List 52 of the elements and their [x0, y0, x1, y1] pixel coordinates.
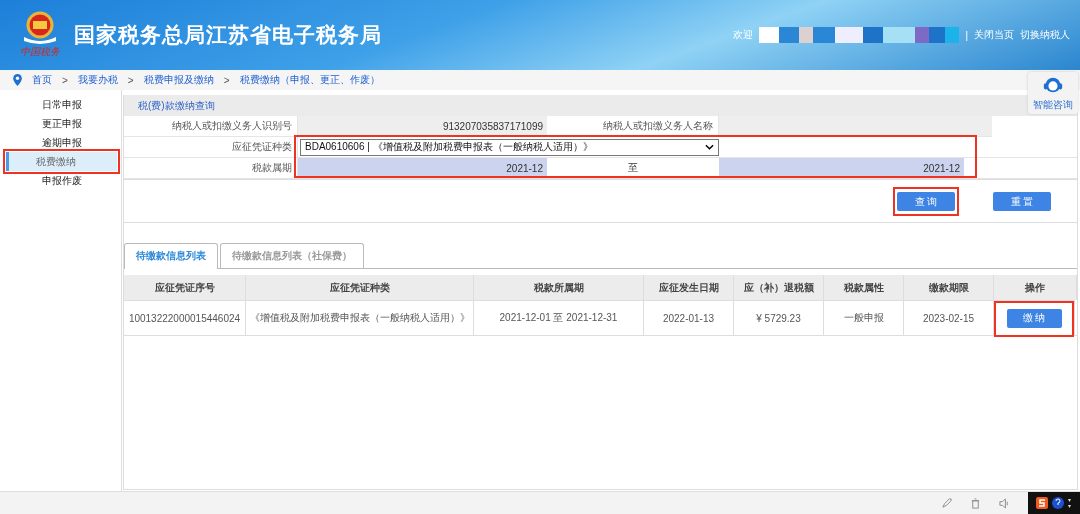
- field-label: 税款属期: [124, 158, 298, 179]
- table-cell: ¥ 5729.23: [734, 300, 824, 335]
- period-to-label: 至: [547, 158, 719, 179]
- tab[interactable]: 待缴款信息列表: [124, 243, 218, 269]
- column-header: 缴款期限: [904, 275, 994, 300]
- table-cell: 《增值税及附加税费申报表（一般纳税人适用）》: [246, 300, 474, 335]
- form-button[interactable]: 重 置: [993, 192, 1051, 211]
- form-button[interactable]: 查 询: [897, 192, 955, 211]
- sidebar-item[interactable]: 税费缴纳: [6, 152, 117, 171]
- table-cell: 2022-01-13: [644, 300, 734, 335]
- pay-button[interactable]: 缴 纳: [1006, 308, 1062, 328]
- tab[interactable]: 待缴款信息列表（社保费）: [220, 243, 364, 268]
- column-header: 操作: [994, 275, 1077, 300]
- breadcrumb-separator: >: [223, 74, 230, 86]
- field-label: 应征凭证种类: [124, 137, 298, 158]
- table-cell: 2023-02-15: [904, 300, 994, 335]
- table-cell: 10013222000015446024: [124, 300, 246, 335]
- assistant-widget[interactable]: 智能咨询: [1028, 72, 1078, 114]
- speaker-icon[interactable]: [999, 497, 1010, 509]
- table-cell: 一般申报: [824, 300, 904, 335]
- column-header: 税款属性: [824, 275, 904, 300]
- voucher-type-dropdown[interactable]: BDA0610606 | 《增值税及附加税费申报表（一般纳税人适用）》: [300, 138, 719, 156]
- table-cell: 2021-12-01 至 2021-12-31: [474, 300, 644, 335]
- input-method-toolbar[interactable]: [1028, 492, 1080, 514]
- sidebar-item[interactable]: 申报作废: [6, 171, 117, 190]
- breadcrumb-separator: >: [62, 74, 68, 86]
- welcome-text: 欢迎: [733, 28, 754, 42]
- input-method-icon: [1034, 496, 1074, 510]
- logo-caption: 中国税务: [20, 45, 60, 59]
- breadcrumb-link[interactable]: 税费申报及缴纳: [143, 73, 214, 87]
- sidebar-item[interactable]: 逾期申报: [6, 133, 117, 152]
- column-header: 应征发生日期: [644, 275, 734, 300]
- header-link[interactable]: 切换纳税人: [1020, 28, 1070, 42]
- column-header: 税款所属期: [474, 275, 644, 300]
- breadcrumb-link[interactable]: 首页: [32, 73, 52, 87]
- column-header: 应（补）退税额: [734, 275, 824, 300]
- sidebar-item[interactable]: 更正申报: [6, 114, 117, 133]
- column-header: 应征凭证序号: [124, 275, 246, 300]
- breadcrumb-link[interactable]: 我要办税: [77, 73, 118, 87]
- field-label: 纳税人或扣缴义务人识别号: [124, 116, 298, 137]
- period-end-field[interactable]: 2021-12: [719, 158, 964, 178]
- separator-text: |: [965, 29, 968, 41]
- taxpayer-id-value: 913207035837171099: [298, 116, 547, 137]
- trash-icon[interactable]: [970, 497, 981, 509]
- breadcrumb-separator: >: [127, 74, 134, 86]
- location-pin-icon: [13, 74, 22, 86]
- sidebar-item[interactable]: 日常申报: [6, 95, 117, 114]
- breadcrumb-link[interactable]: 税费缴纳（申报、更正、作废）: [239, 73, 380, 87]
- site-title: 国家税务总局江苏省电子税务局: [74, 22, 382, 48]
- column-header: 应征凭证种类: [246, 275, 474, 300]
- caret-icon: [705, 144, 714, 150]
- period-start-field[interactable]: 2021-12: [298, 158, 547, 179]
